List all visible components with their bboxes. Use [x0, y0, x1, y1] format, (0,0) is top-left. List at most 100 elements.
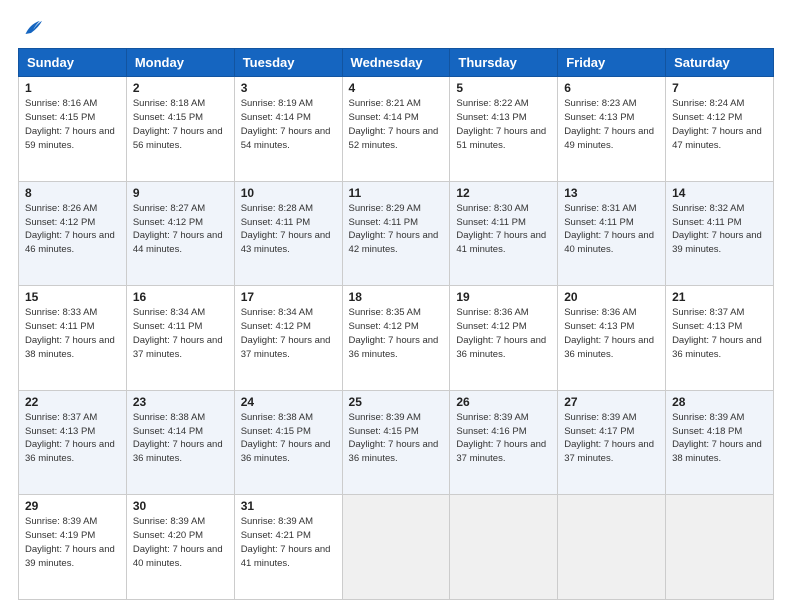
day-number: 24: [241, 395, 336, 409]
day-number: 26: [456, 395, 551, 409]
day-number: 30: [133, 499, 228, 513]
day-info: Sunrise: 8:33 AMSunset: 4:11 PMDaylight:…: [25, 306, 120, 361]
calendar-cell: 29 Sunrise: 8:39 AMSunset: 4:19 PMDayligh…: [19, 495, 127, 600]
weekday-header-thursday: Thursday: [450, 49, 558, 77]
day-info: Sunrise: 8:28 AMSunset: 4:11 PMDaylight:…: [241, 202, 336, 257]
day-info: Sunrise: 8:18 AMSunset: 4:15 PMDaylight:…: [133, 97, 228, 152]
day-number: 28: [672, 395, 767, 409]
calendar-cell: 9 Sunrise: 8:27 AMSunset: 4:12 PMDaylight…: [126, 181, 234, 286]
calendar-cell: 25 Sunrise: 8:39 AMSunset: 4:15 PMDayligh…: [342, 390, 450, 495]
calendar-cell: [666, 495, 774, 600]
day-info: Sunrise: 8:39 AMSunset: 4:15 PMDaylight:…: [349, 411, 444, 466]
calendar-cell: 20 Sunrise: 8:36 AMSunset: 4:13 PMDayligh…: [558, 286, 666, 391]
day-info: Sunrise: 8:34 AMSunset: 4:12 PMDaylight:…: [241, 306, 336, 361]
calendar-cell: 7 Sunrise: 8:24 AMSunset: 4:12 PMDaylight…: [666, 77, 774, 182]
weekday-header-wednesday: Wednesday: [342, 49, 450, 77]
day-info: Sunrise: 8:30 AMSunset: 4:11 PMDaylight:…: [456, 202, 551, 257]
day-number: 2: [133, 81, 228, 95]
day-number: 29: [25, 499, 120, 513]
day-info: Sunrise: 8:34 AMSunset: 4:11 PMDaylight:…: [133, 306, 228, 361]
calendar-cell: [558, 495, 666, 600]
day-number: 17: [241, 290, 336, 304]
day-number: 7: [672, 81, 767, 95]
calendar-cell: 6 Sunrise: 8:23 AMSunset: 4:13 PMDaylight…: [558, 77, 666, 182]
calendar-cell: 31Sunrise: 8:39 AMSunset: 4:21 PMDayligh…: [234, 495, 342, 600]
day-number: 13: [564, 186, 659, 200]
calendar-table: SundayMondayTuesdayWednesdayThursdayFrid…: [18, 48, 774, 600]
day-info: Sunrise: 8:35 AMSunset: 4:12 PMDaylight:…: [349, 306, 444, 361]
day-info: Sunrise: 8:27 AMSunset: 4:12 PMDaylight:…: [133, 202, 228, 257]
day-info: Sunrise: 8:24 AMSunset: 4:12 PMDaylight:…: [672, 97, 767, 152]
weekday-header-sunday: Sunday: [19, 49, 127, 77]
day-number: 6: [564, 81, 659, 95]
day-info: Sunrise: 8:39 AMSunset: 4:19 PMDaylight:…: [25, 515, 120, 570]
day-number: 20: [564, 290, 659, 304]
day-info: Sunrise: 8:36 AMSunset: 4:12 PMDaylight:…: [456, 306, 551, 361]
calendar-cell: [342, 495, 450, 600]
weekday-header-saturday: Saturday: [666, 49, 774, 77]
calendar-cell: 5 Sunrise: 8:22 AMSunset: 4:13 PMDaylight…: [450, 77, 558, 182]
calendar-cell: 15 Sunrise: 8:33 AMSunset: 4:11 PMDayligh…: [19, 286, 127, 391]
calendar-cell: 19 Sunrise: 8:36 AMSunset: 4:12 PMDayligh…: [450, 286, 558, 391]
day-info: Sunrise: 8:22 AMSunset: 4:13 PMDaylight:…: [456, 97, 551, 152]
logo-bird-icon: [20, 18, 42, 38]
day-info: Sunrise: 8:36 AMSunset: 4:13 PMDaylight:…: [564, 306, 659, 361]
day-info: Sunrise: 8:32 AMSunset: 4:11 PMDaylight:…: [672, 202, 767, 257]
day-number: 8: [25, 186, 120, 200]
day-info: Sunrise: 8:39 AMSunset: 4:21 PMDaylight:…: [241, 515, 336, 570]
day-info: Sunrise: 8:19 AMSunset: 4:14 PMDaylight:…: [241, 97, 336, 152]
day-info: Sunrise: 8:37 AMSunset: 4:13 PMDaylight:…: [672, 306, 767, 361]
calendar-cell: 23Sunrise: 8:38 AMSunset: 4:14 PMDayligh…: [126, 390, 234, 495]
day-info: Sunrise: 8:26 AMSunset: 4:12 PMDaylight:…: [25, 202, 120, 257]
calendar-cell: 28 Sunrise: 8:39 AMSunset: 4:18 PMDayligh…: [666, 390, 774, 495]
day-number: 19: [456, 290, 551, 304]
day-number: 14: [672, 186, 767, 200]
day-info: Sunrise: 8:39 AMSunset: 4:17 PMDaylight:…: [564, 411, 659, 466]
weekday-header-tuesday: Tuesday: [234, 49, 342, 77]
day-number: 21: [672, 290, 767, 304]
day-number: 11: [349, 186, 444, 200]
day-info: Sunrise: 8:38 AMSunset: 4:15 PMDaylight:…: [241, 411, 336, 466]
day-info: Sunrise: 8:29 AMSunset: 4:11 PMDaylight:…: [349, 202, 444, 257]
weekday-header-monday: Monday: [126, 49, 234, 77]
calendar-cell: 22Sunrise: 8:37 AMSunset: 4:13 PMDayligh…: [19, 390, 127, 495]
day-info: Sunrise: 8:38 AMSunset: 4:14 PMDaylight:…: [133, 411, 228, 466]
day-number: 22: [25, 395, 120, 409]
day-number: 16: [133, 290, 228, 304]
calendar-cell: 12 Sunrise: 8:30 AMSunset: 4:11 PMDayligh…: [450, 181, 558, 286]
day-info: Sunrise: 8:39 AMSunset: 4:20 PMDaylight:…: [133, 515, 228, 570]
calendar-cell: 21 Sunrise: 8:37 AMSunset: 4:13 PMDayligh…: [666, 286, 774, 391]
day-info: Sunrise: 8:16 AMSunset: 4:15 PMDaylight:…: [25, 97, 120, 152]
day-number: 27: [564, 395, 659, 409]
day-number: 1: [25, 81, 120, 95]
day-number: 3: [241, 81, 336, 95]
calendar-cell: 2 Sunrise: 8:18 AMSunset: 4:15 PMDaylight…: [126, 77, 234, 182]
day-number: 10: [241, 186, 336, 200]
calendar-cell: 8 Sunrise: 8:26 AMSunset: 4:12 PMDaylight…: [19, 181, 127, 286]
calendar-cell: 17 Sunrise: 8:34 AMSunset: 4:12 PMDayligh…: [234, 286, 342, 391]
weekday-header-friday: Friday: [558, 49, 666, 77]
calendar-cell: 13Sunrise: 8:31 AMSunset: 4:11 PMDayligh…: [558, 181, 666, 286]
page: SundayMondayTuesdayWednesdayThursdayFrid…: [0, 0, 792, 612]
day-number: 25: [349, 395, 444, 409]
calendar-cell: [450, 495, 558, 600]
day-number: 12: [456, 186, 551, 200]
calendar-cell: 16 Sunrise: 8:34 AMSunset: 4:11 PMDayligh…: [126, 286, 234, 391]
header: [18, 18, 774, 38]
calendar-cell: 4 Sunrise: 8:21 AMSunset: 4:14 PMDaylight…: [342, 77, 450, 182]
day-info: Sunrise: 8:21 AMSunset: 4:14 PMDaylight:…: [349, 97, 444, 152]
calendar-cell: 26 Sunrise: 8:39 AMSunset: 4:16 PMDayligh…: [450, 390, 558, 495]
calendar-cell: 27 Sunrise: 8:39 AMSunset: 4:17 PMDayligh…: [558, 390, 666, 495]
day-info: Sunrise: 8:23 AMSunset: 4:13 PMDaylight:…: [564, 97, 659, 152]
calendar-cell: 1 Sunrise: 8:16 AMSunset: 4:15 PMDaylight…: [19, 77, 127, 182]
day-number: 4: [349, 81, 444, 95]
day-info: Sunrise: 8:39 AMSunset: 4:18 PMDaylight:…: [672, 411, 767, 466]
logo: [18, 18, 40, 38]
calendar-cell: 30 Sunrise: 8:39 AMSunset: 4:20 PMDayligh…: [126, 495, 234, 600]
calendar-cell: 24 Sunrise: 8:38 AMSunset: 4:15 PMDayligh…: [234, 390, 342, 495]
day-number: 15: [25, 290, 120, 304]
day-info: Sunrise: 8:39 AMSunset: 4:16 PMDaylight:…: [456, 411, 551, 466]
day-number: 5: [456, 81, 551, 95]
calendar-cell: 18Sunrise: 8:35 AMSunset: 4:12 PMDayligh…: [342, 286, 450, 391]
day-number: 9: [133, 186, 228, 200]
